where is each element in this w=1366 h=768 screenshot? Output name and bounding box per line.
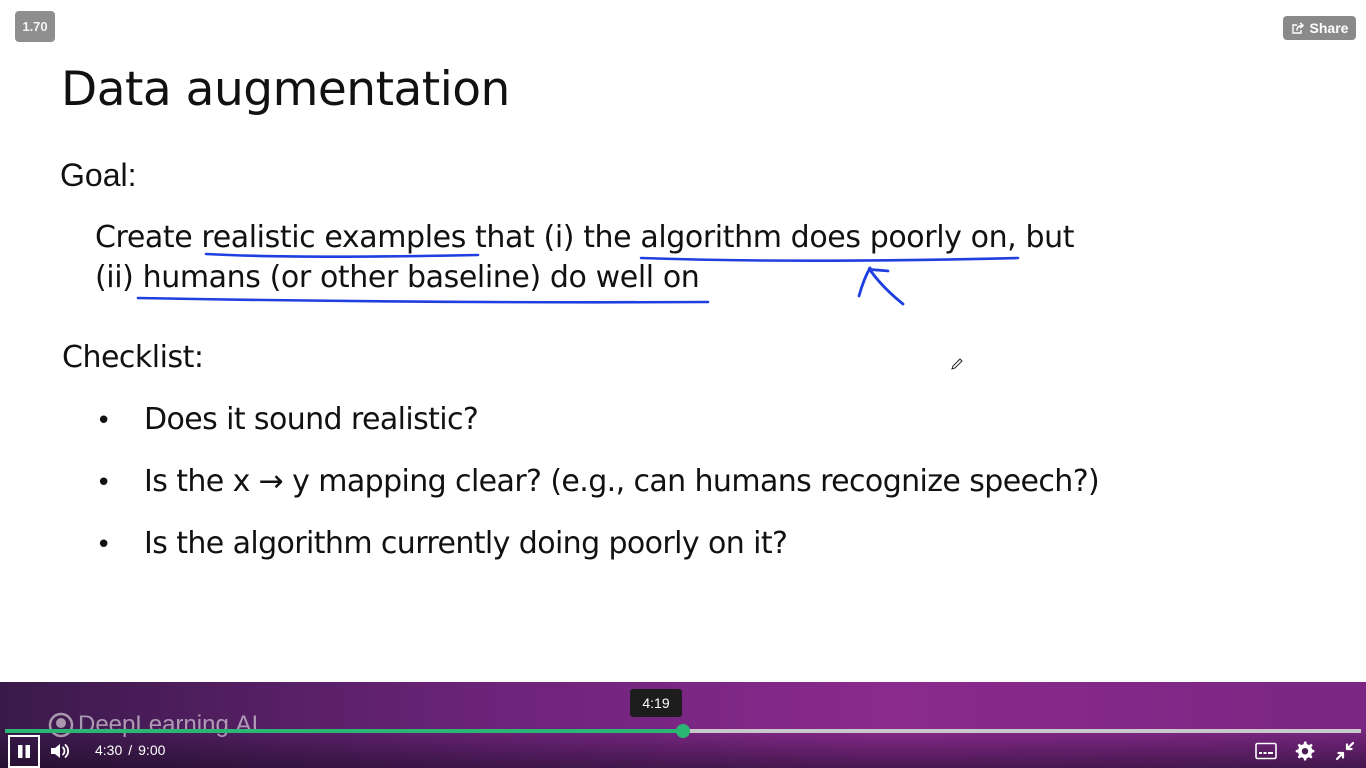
duration: 9:00 (138, 742, 166, 758)
goal-text-line-2: (ii) humans (or other baseline) do well … (95, 260, 700, 295)
pause-icon (18, 745, 30, 758)
bullet-icon: • (96, 468, 111, 498)
checklist-item: • Is the algorithm currently doing poorly… (96, 526, 788, 561)
checklist-item-text: Is the algorithm currently doing poorly … (144, 526, 788, 561)
volume-icon[interactable] (49, 741, 71, 761)
controls-row: 4:30 / 9:00 (0, 735, 1366, 768)
bullet-icon: • (96, 406, 111, 436)
current-time: 4:30 (95, 742, 123, 758)
seek-tooltip: 4:19 (630, 689, 682, 717)
video-player[interactable]: Data augmentation Goal: Create realistic… (0, 0, 1366, 768)
share-label: Share (1309, 20, 1349, 36)
exit-fullscreen-icon[interactable] (1335, 741, 1355, 761)
checklist-item-text: Is the x → y mapping clear? (e.g., can h… (144, 464, 1100, 499)
goal-heading: Goal: (60, 157, 137, 193)
share-icon (1291, 22, 1304, 34)
share-button[interactable]: Share (1283, 16, 1356, 40)
checklist-heading: Checklist: (62, 340, 204, 375)
checklist-item: • Does it sound realistic? (96, 402, 479, 437)
time-separator: / (128, 742, 133, 758)
bullet-icon: • (96, 530, 111, 560)
time-display: 4:30 / 9:00 (95, 742, 165, 758)
checklist-item: • Is the x → y mapping clear? (e.g., can … (96, 464, 1100, 499)
pause-button[interactable] (8, 735, 40, 768)
progress-fill (5, 729, 683, 733)
ink-arrow (857, 266, 905, 306)
goal-text-line-1: Create realistic examples that (i) the a… (95, 220, 1075, 255)
pen-cursor-icon (951, 358, 963, 370)
slide-title: Data augmentation (61, 62, 510, 117)
captions-icon[interactable] (1255, 742, 1277, 760)
checklist-item-text: Does it sound realistic? (144, 402, 479, 437)
underline-humans-do-well (136, 296, 710, 304)
playback-speed-badge[interactable]: 1.70 (15, 11, 55, 42)
progress-bar[interactable] (5, 724, 1361, 738)
gear-icon[interactable] (1295, 741, 1315, 761)
